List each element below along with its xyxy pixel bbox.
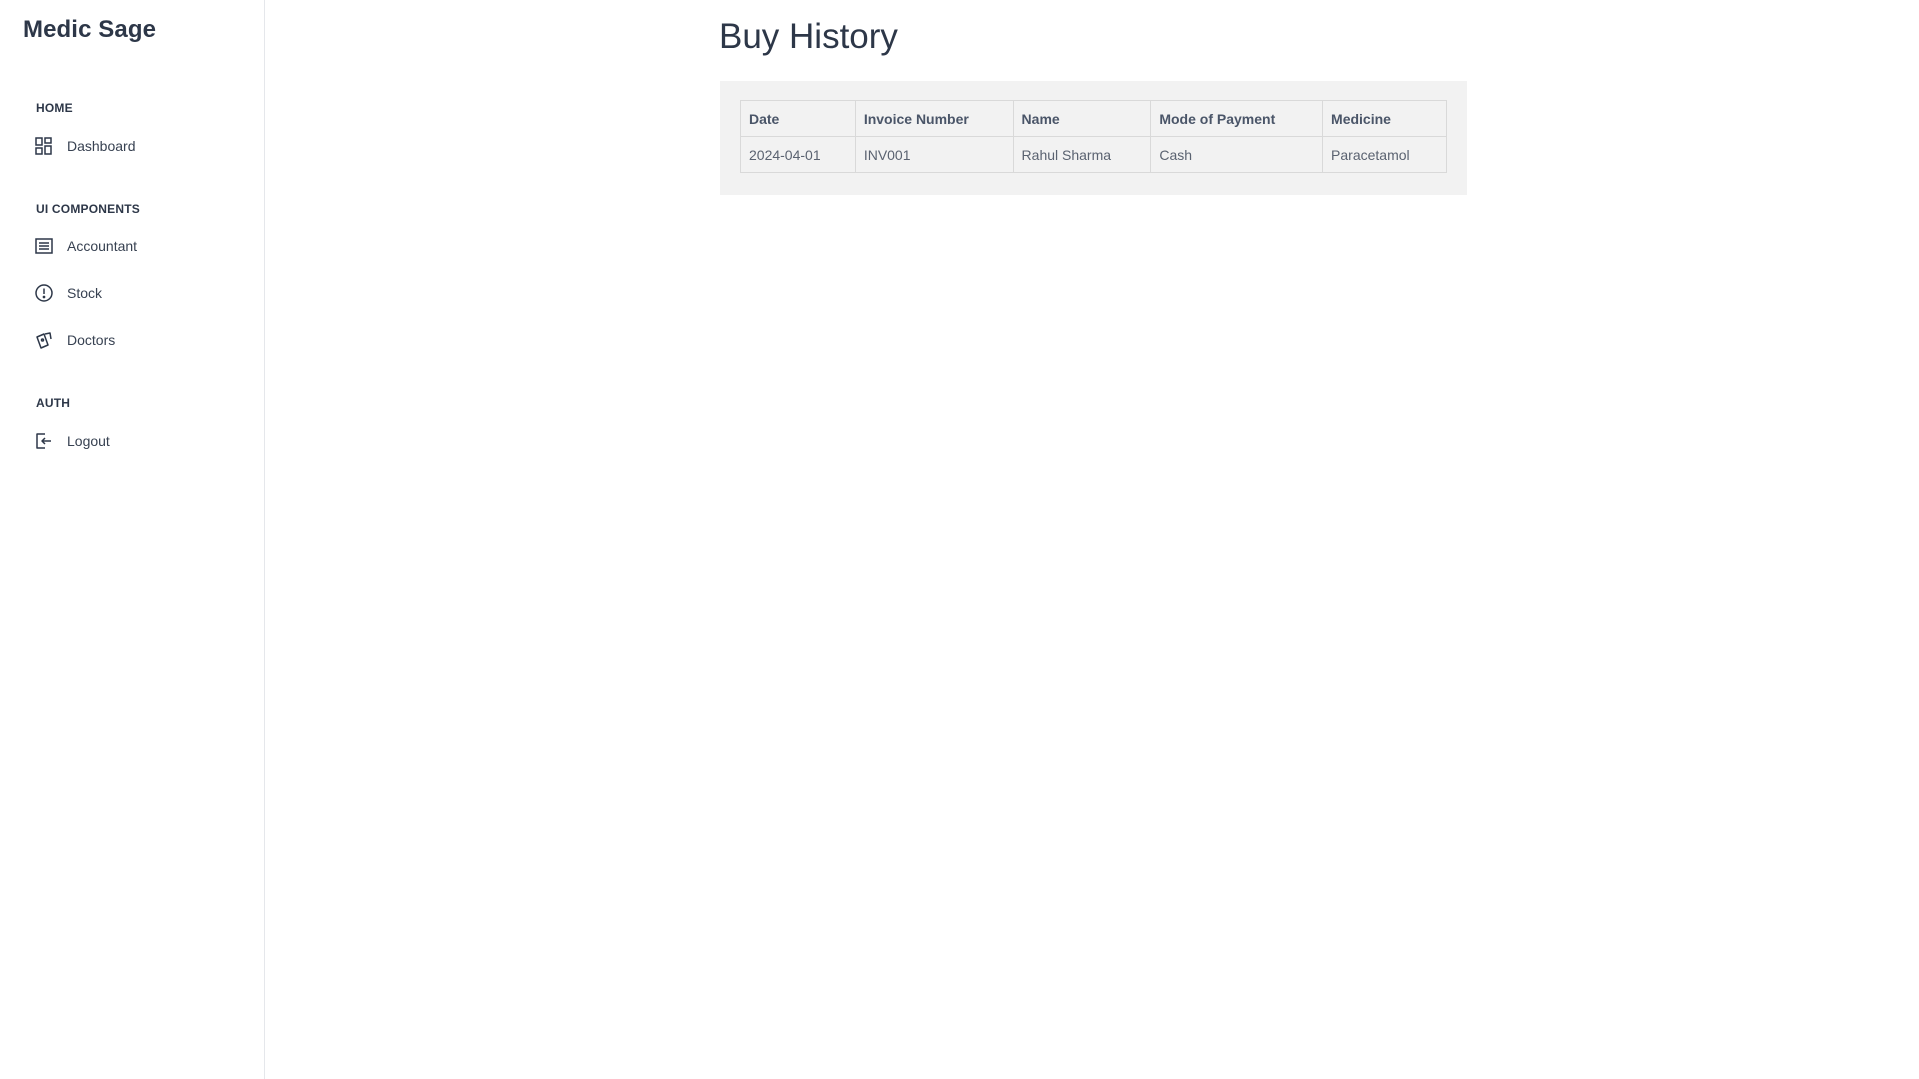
sidebar-item-label: Logout <box>67 433 110 449</box>
table-cell-mode-of-payment: Cash <box>1150 136 1324 173</box>
column-header-date: Date <box>740 100 856 137</box>
sidebar: Medic Sage HOME Dashboard UI COMPONENTS <box>0 0 265 1079</box>
column-header-name: Name <box>1012 100 1152 137</box>
table-row: 2024-04-01 INV001 Rahul Sharma Cash Para… <box>740 136 1447 173</box>
brand-logo-text[interactable]: Medic Sage <box>23 16 156 44</box>
page-title: Buy History <box>719 17 898 56</box>
sidebar-item-label: Accountant <box>67 238 138 254</box>
sidebar-item-label: Stock <box>67 285 103 301</box>
sidebar-item-stock[interactable]: Stock <box>34 280 102 306</box>
cards-icon <box>34 330 54 350</box>
table-cell-invoice-number: INV001 <box>854 136 1014 173</box>
sidebar-heading-home: HOME <box>36 101 73 115</box>
sidebar-item-label: Dashboard <box>67 138 136 154</box>
dashboard-grid-icon <box>34 136 54 156</box>
buy-history-card: Date Invoice Number Name Mode of Payment… <box>720 81 1467 195</box>
list-box-icon <box>34 236 54 256</box>
table-cell-name: Rahul Sharma <box>1012 136 1152 173</box>
buy-history-table: Date Invoice Number Name Mode of Payment… <box>740 100 1447 173</box>
sidebar-heading-ui-components: UI COMPONENTS <box>36 202 140 216</box>
sidebar-item-accountant[interactable]: Accountant <box>34 233 137 259</box>
app-root: Medic Sage HOME Dashboard UI COMPONENTS <box>0 0 1919 1079</box>
table-cell-date: 2024-04-01 <box>740 136 856 173</box>
sidebar-item-doctors[interactable]: Doctors <box>34 327 115 353</box>
sidebar-item-label: Doctors <box>67 332 116 348</box>
table-header-row: Date Invoice Number Name Mode of Payment… <box>740 100 1447 137</box>
column-header-mode-of-payment: Mode of Payment <box>1150 100 1324 137</box>
logout-icon <box>34 431 54 451</box>
column-header-invoice-number: Invoice Number <box>854 100 1014 137</box>
sidebar-heading-auth: AUTH <box>36 396 71 410</box>
sidebar-item-logout[interactable]: Logout <box>34 428 110 454</box>
alert-circle-icon <box>34 283 54 303</box>
column-header-medicine: Medicine <box>1322 100 1447 137</box>
table-cell-medicine: Paracetamol <box>1322 136 1447 173</box>
sidebar-item-dashboard[interactable]: Dashboard <box>34 133 136 159</box>
